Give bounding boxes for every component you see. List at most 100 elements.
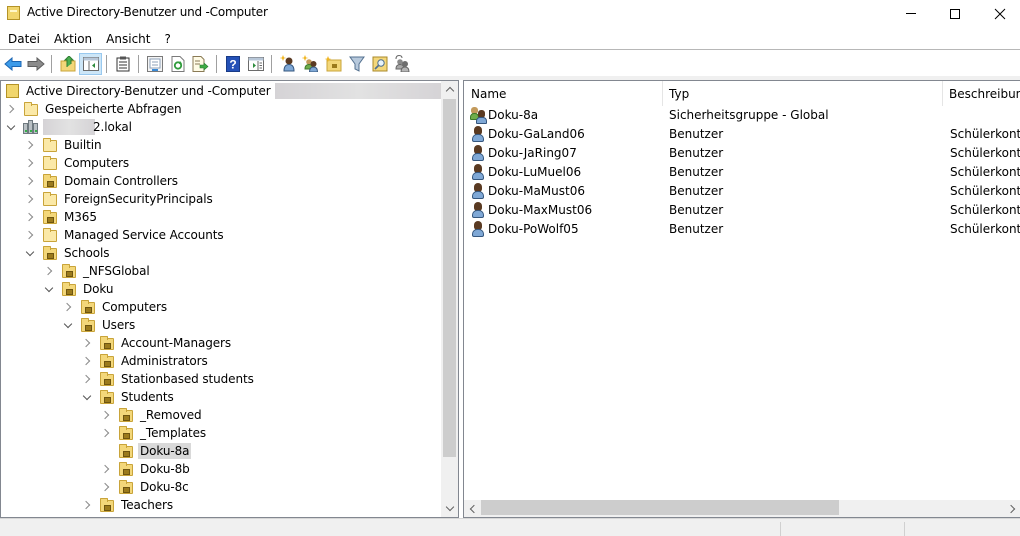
list-row[interactable]: Doku-MaxMust06 Benutzer Schülerkonto — [464, 201, 1020, 220]
add-to-group-button[interactable] — [391, 53, 414, 75]
tree-label: Teachers — [121, 498, 173, 512]
find-button[interactable] — [368, 53, 391, 75]
expand-chevron-down-icon[interactable] — [24, 244, 36, 262]
tree-node[interactable]: Doku — [43, 280, 115, 298]
tree-node[interactable]: Doku-8a — [100, 442, 192, 460]
expand-chevron-right-icon[interactable] — [24, 172, 36, 190]
organizational-unit-icon — [118, 425, 134, 441]
expand-chevron-right-icon[interactable] — [100, 478, 112, 496]
list-horizontal-scrollbar[interactable] — [464, 500, 1020, 517]
filter-button[interactable] — [345, 53, 368, 75]
tree-node[interactable]: Doku-8b — [100, 460, 192, 478]
tree-node[interactable]: Users — [62, 316, 137, 334]
expand-chevron-right-icon[interactable] — [100, 460, 112, 478]
tree-vertical-scrollbar[interactable] — [441, 81, 458, 517]
expand-chevron-right-icon[interactable] — [100, 406, 112, 424]
column-header-name[interactable]: Name — [464, 81, 662, 105]
expand-chevron-right-icon[interactable] — [24, 154, 36, 172]
new-ou-button[interactable] — [322, 53, 345, 75]
expand-chevron-right-icon[interactable] — [24, 190, 36, 208]
maximize-button[interactable] — [932, 0, 978, 27]
toolbar-separator — [106, 54, 107, 73]
tree-node[interactable]: _Templates — [100, 424, 208, 442]
expand-chevron-down-icon[interactable] — [5, 118, 17, 136]
column-header-type[interactable]: Typ — [662, 81, 942, 105]
expand-chevron-down-icon[interactable] — [43, 280, 55, 298]
back-button[interactable] — [1, 53, 24, 75]
properties-button[interactable] — [111, 53, 134, 75]
tree-node[interactable]: _NFSGlobal — [43, 262, 152, 280]
organizational-unit-icon — [118, 443, 134, 459]
menu-help[interactable]: ? — [157, 29, 177, 49]
tree-node[interactable]: Students — [81, 388, 176, 406]
expand-chevron-right-icon[interactable] — [81, 352, 93, 370]
cell-name: Doku-MaxMust06 — [488, 203, 593, 217]
tree-node[interactable]: Managed Service Accounts — [24, 226, 226, 244]
scroll-down-button[interactable] — [441, 500, 458, 517]
expand-chevron-right-icon[interactable] — [24, 226, 36, 244]
expand-chevron-right-icon[interactable] — [62, 298, 74, 316]
help-button[interactable]: ? — [221, 53, 244, 75]
tree-node[interactable]: M365 — [24, 208, 99, 226]
scroll-left-button[interactable] — [464, 500, 481, 517]
expand-chevron-right-icon[interactable] — [24, 208, 36, 226]
list-row[interactable]: Doku-JaRing07 Benutzer Schülerkonto — [464, 144, 1020, 163]
expand-chevron-down-icon[interactable] — [62, 316, 74, 334]
tree-node[interactable]: Builtin — [24, 136, 103, 154]
up-one-level-button[interactable] — [56, 53, 79, 75]
menu-ansicht[interactable]: Ansicht — [99, 29, 157, 49]
list-row[interactable]: Doku-MaMust06 Benutzer Schülerkonto — [464, 182, 1020, 201]
cell-type: Benutzer — [669, 165, 724, 179]
show-hide-console-tree-button[interactable] — [79, 52, 102, 75]
column-header-description[interactable]: Beschreibung — [942, 81, 1020, 105]
tree-node[interactable]: 2.lokal — [5, 118, 134, 136]
new-group-button[interactable] — [299, 53, 322, 75]
tree-root[interactable]: Active Directory-Benutzer und -Computer — [1, 82, 443, 100]
expand-chevron-right-icon[interactable] — [24, 136, 36, 154]
export-list-button[interactable] — [189, 53, 212, 75]
tree-label: Doku-8c — [140, 480, 189, 494]
refresh-button[interactable] — [166, 53, 189, 75]
tree-node[interactable]: Doku-8c — [100, 478, 191, 496]
tree-scroll-thumb[interactable] — [443, 99, 456, 457]
show-action-pane-button[interactable] — [244, 53, 267, 75]
scroll-up-icon — [445, 86, 454, 96]
close-button[interactable] — [977, 0, 1020, 27]
expand-chevron-right-icon[interactable] — [43, 262, 55, 280]
list-view-button[interactable] — [143, 53, 166, 75]
tree-label: ForeignSecurityPrincipals — [64, 192, 213, 206]
list-row[interactable]: Doku-GaLand06 Benutzer Schülerkonto — [464, 125, 1020, 144]
help-icon: ? — [225, 55, 240, 72]
minimize-button[interactable] — [888, 0, 934, 27]
forward-button[interactable] — [24, 53, 47, 75]
tree-node[interactable]: ForeignSecurityPrincipals — [24, 190, 215, 208]
menu-aktion[interactable]: Aktion — [47, 29, 99, 49]
expand-chevron-right-icon[interactable] — [81, 496, 93, 514]
list-row[interactable]: Doku-8a Sicherheitsgruppe - Global — [464, 106, 1020, 125]
new-user-button[interactable] — [276, 53, 299, 75]
tree-node[interactable]: Administrators — [81, 352, 210, 370]
expand-chevron-right-icon[interactable] — [100, 424, 112, 442]
user-icon — [470, 145, 486, 162]
expand-chevron-right-icon[interactable] — [5, 100, 17, 118]
list-scroll-thumb[interactable] — [481, 500, 839, 515]
tree-node[interactable]: Computers — [24, 154, 131, 172]
tree-node[interactable]: Gespeicherte Abfragen — [5, 100, 184, 118]
tree-node[interactable]: Teachers — [81, 496, 175, 514]
tree-node[interactable]: Computers — [62, 298, 169, 316]
tree-node[interactable]: Stationbased students — [81, 370, 256, 388]
tree-node[interactable]: Domain Controllers — [24, 172, 180, 190]
tree-node[interactable]: Account-Managers — [81, 334, 233, 352]
menu-datei[interactable]: Datei — [1, 29, 47, 49]
expand-chevron-right-icon[interactable] — [81, 334, 93, 352]
list-row[interactable]: Doku-PoWolf05 Benutzer Schülerkonto — [464, 220, 1020, 239]
tree-node[interactable]: Schools — [24, 244, 111, 262]
organizational-unit-icon — [118, 461, 134, 477]
scroll-right-button[interactable] — [1004, 500, 1020, 517]
status-separator — [904, 522, 905, 536]
expand-chevron-down-icon[interactable] — [81, 388, 93, 406]
list-row[interactable]: Doku-LuMuel06 Benutzer Schülerkonto — [464, 163, 1020, 182]
tree-node[interactable]: _Removed — [100, 406, 204, 424]
expand-chevron-right-icon[interactable] — [81, 370, 93, 388]
scroll-up-button[interactable] — [441, 81, 458, 98]
